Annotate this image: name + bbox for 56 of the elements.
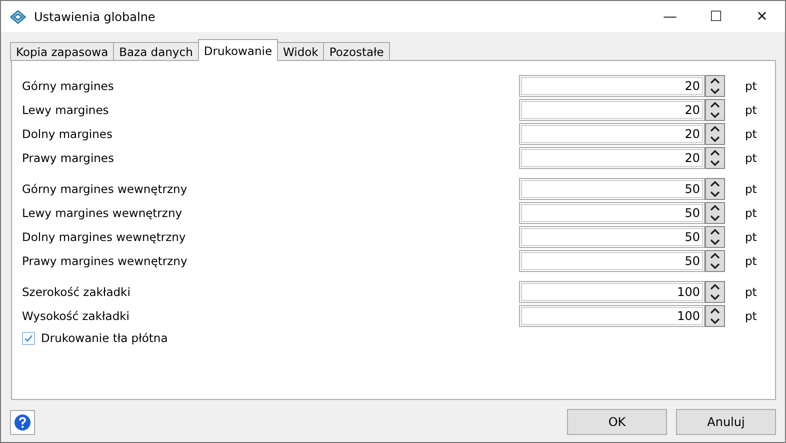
window-control-button[interactable]: —	[647, 1, 693, 32]
spinner-buttons[interactable]	[705, 250, 725, 272]
number-field[interactable]: 50	[519, 250, 705, 272]
spinner-buttons[interactable]	[705, 99, 725, 121]
tab[interactable]: Pozostałe	[323, 42, 390, 61]
tab[interactable]: Drukowanie	[198, 39, 278, 61]
field-label: Lewy margines wewnętrzny	[22, 206, 184, 220]
field-label: Prawy margines wewnętrzny	[22, 254, 188, 268]
spinner-buttons[interactable]	[705, 305, 725, 327]
spinner-buttons[interactable]	[705, 147, 725, 169]
field-label: Górny margines	[22, 79, 115, 93]
unit-label: pt	[744, 285, 758, 299]
window-control-button[interactable]: ☐	[693, 1, 739, 32]
spinner-buttons[interactable]	[705, 202, 725, 224]
spinner-buttons[interactable]	[705, 226, 725, 248]
spinner-buttons[interactable]	[705, 75, 725, 97]
unit-label: pt	[744, 79, 758, 93]
number-field[interactable]: 20	[519, 147, 705, 169]
number-field[interactable]: 100	[519, 281, 705, 303]
help-button[interactable]	[10, 410, 35, 434]
field-label: Wysokość zakładki	[22, 309, 130, 323]
field-label: Górny margines wewnętrzny	[22, 182, 188, 196]
number-field[interactable]: 100	[519, 305, 705, 327]
number-field[interactable]: 20	[519, 99, 705, 121]
spinner-buttons[interactable]	[705, 123, 725, 145]
field-label: Lewy margines	[22, 103, 110, 117]
field-label: Szerokość zakładki	[22, 285, 132, 299]
checkbox[interactable]	[22, 332, 35, 344]
tab[interactable]: Kopia zapasowa	[10, 42, 114, 61]
unit-label: pt	[744, 151, 758, 165]
field-label: Prawy margines	[22, 151, 115, 165]
tab[interactable]: Baza danych	[113, 42, 199, 61]
unit-label: pt	[744, 182, 758, 196]
field-label: Dolny margines wewnętrzny	[22, 230, 187, 244]
app-logo-icon	[10, 10, 26, 24]
number-field[interactable]: 50	[519, 226, 705, 248]
dialog-button[interactable]: Anuluj	[676, 409, 776, 435]
unit-label: pt	[744, 206, 758, 220]
tab[interactable]: Widok	[277, 42, 324, 61]
window-control-button[interactable]: ✕	[739, 1, 785, 32]
unit-label: pt	[744, 230, 758, 244]
spinner-buttons[interactable]	[705, 178, 725, 200]
unit-label: pt	[744, 103, 758, 117]
checkbox-label: Drukowanie tła płótna	[41, 331, 168, 345]
number-field[interactable]: 20	[519, 123, 705, 145]
number-field[interactable]: 50	[519, 202, 705, 224]
window-title: Ustawienia globalne	[34, 10, 156, 24]
number-field[interactable]: 50	[519, 178, 705, 200]
help-icon	[14, 414, 31, 430]
number-field[interactable]: 20	[519, 75, 705, 97]
dialog-button[interactable]: OK	[567, 409, 667, 435]
unit-label: pt	[744, 309, 758, 323]
unit-label: pt	[744, 127, 758, 141]
field-label: Dolny margines	[22, 127, 114, 141]
unit-label: pt	[744, 254, 758, 268]
spinner-buttons[interactable]	[705, 281, 725, 303]
